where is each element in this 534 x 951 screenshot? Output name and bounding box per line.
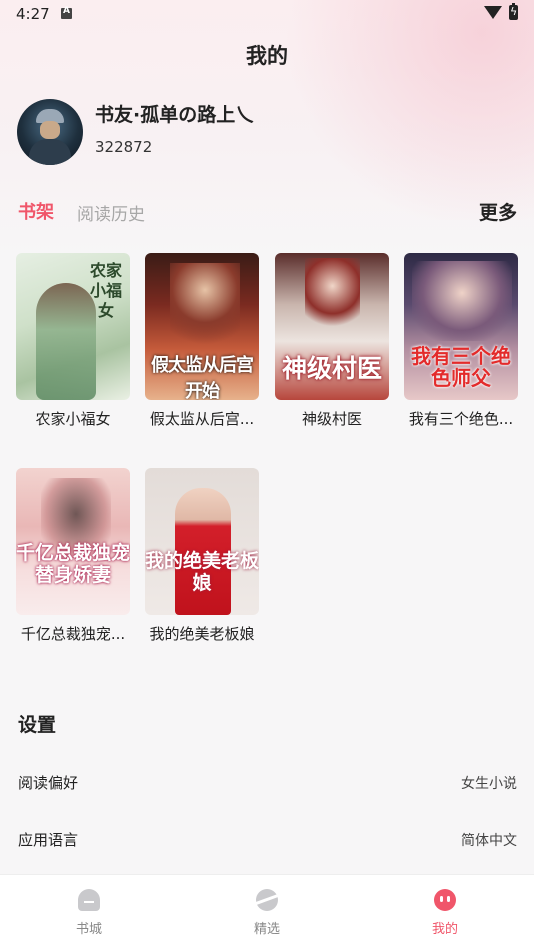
tab-featured[interactable]: 精选 [217,875,317,951]
book-title: 假太监从后宫... [149,410,255,428]
book-item[interactable]: 神级村医 神级村医 [275,253,389,429]
cover-title-art: 我有三个绝色师父 [411,344,511,390]
cover-illustration [412,261,512,341]
cover-title-art: 神级村医 [281,354,382,383]
battery-icon [509,3,518,20]
planet-icon [256,889,278,911]
setting-app-language[interactable]: 应用语言 简体中文 [0,819,534,859]
cover-title-art: 千亿总裁独宠替身娇妻 [16,542,130,586]
book-item[interactable]: 假太监从后宫开始 假太监从后宫... [145,253,259,429]
book-cover[interactable]: 假太监从后宫开始 [145,253,259,400]
setting-reading-preference[interactable]: 阅读偏好 女生小说 [0,762,534,802]
bottom-tab-bar: 书城 精选 我的 [0,874,534,951]
book-title: 我的绝美老板娘 [149,625,255,643]
setting-label: 应用语言 [18,831,79,849]
tab-label: 精选 [253,922,280,937]
book-cover[interactable]: 我有三个绝色师父 [404,253,518,400]
username[interactable]: 书友·孤单の路上乀 [95,100,254,127]
notification-icon [61,6,72,19]
setting-value: 女生小说 [461,776,517,792]
tab-label: 书城 [75,922,102,937]
status-bar: 4:27 [0,0,534,28]
setting-value: 简体中文 [461,833,517,849]
book-cover[interactable]: 神级村医 [275,253,389,400]
tab-bookshelf[interactable]: 书架 [18,198,54,224]
user-id: 322872 [95,138,153,156]
book-item[interactable]: 我有三个绝色师父 我有三个绝色... [404,253,518,429]
tab-mine[interactable]: 我的 [395,875,495,951]
bookstore-icon [78,889,100,911]
more-button[interactable]: 更多 [479,198,517,225]
avatar-body [29,139,71,165]
book-title: 农家小福女 [35,410,111,428]
tab-bookstore[interactable]: 书城 [39,875,139,951]
book-cover[interactable]: 我的绝美老板娘 [145,468,259,615]
tab-label: 我的 [431,922,458,937]
settings-title: 设置 [18,714,57,736]
book-item[interactable]: 千亿总裁独宠替身娇妻 千亿总裁独宠... [16,468,130,644]
book-title: 神级村医 [301,410,362,428]
cover-title-art: 假太监从后宫开始 [151,355,254,400]
avatar[interactable] [17,99,83,165]
page-title: 我的 [246,44,288,68]
cover-illustration [305,258,360,328]
mine-icon [434,889,456,911]
book-title: 我有三个绝色... [408,410,514,428]
book-cover[interactable]: 农家小福女 [16,253,130,400]
avatar-face [40,121,60,139]
book-cover[interactable]: 千亿总裁独宠替身娇妻 [16,468,130,615]
book-title: 千亿总裁独宠... [20,625,126,643]
cover-illustration [170,263,240,353]
tab-reading-history[interactable]: 阅读历史 [77,200,145,225]
book-item[interactable]: 我的绝美老板娘 我的绝美老板娘 [145,468,259,644]
cover-title-art: 我的绝美老板娘 [145,550,259,594]
wifi-icon [484,6,502,19]
book-item[interactable]: 农家小福女 农家小福女 [16,253,130,429]
status-time: 4:27 [16,5,50,23]
setting-label: 阅读偏好 [18,774,79,792]
cover-title-art: 农家小福女 [89,261,122,320]
